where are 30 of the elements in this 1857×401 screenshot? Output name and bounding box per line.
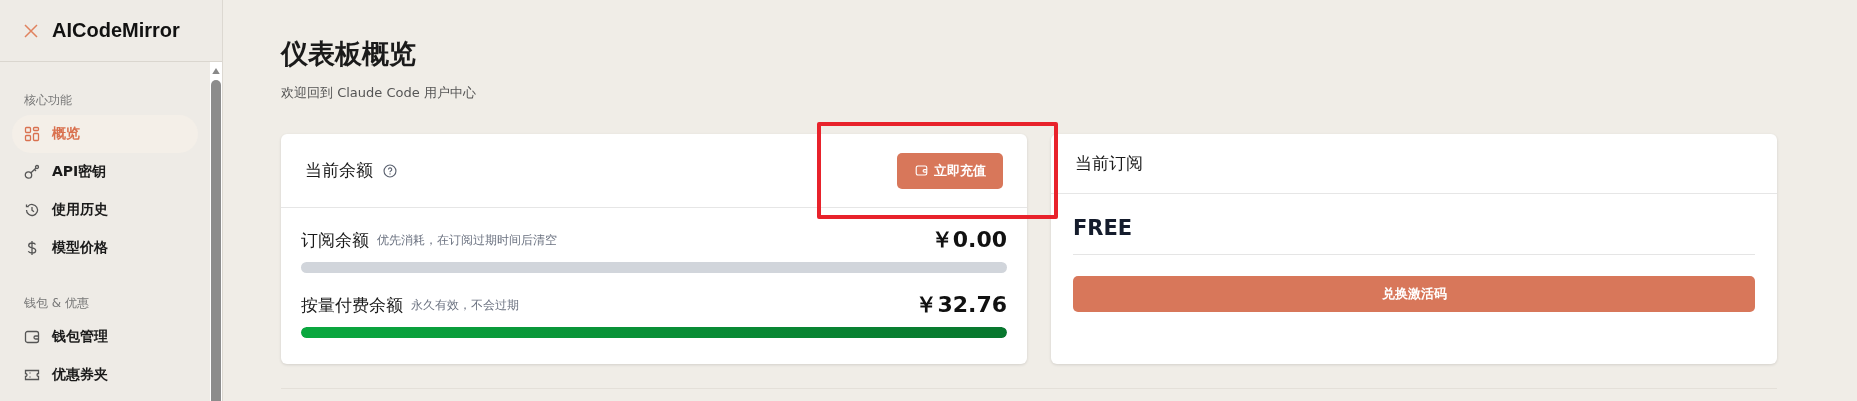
balance-amount: ￥0.00 (930, 226, 1007, 254)
nav-item[interactable]: API密钥 (12, 153, 198, 191)
close-icon[interactable] (24, 23, 38, 38)
balance-hint: 优先消耗，在订阅过期时间后清空 (377, 231, 557, 249)
grid-icon (24, 126, 40, 142)
history-icon (24, 202, 40, 218)
balance-label: 订阅余额 (301, 228, 369, 252)
help-icon[interactable] (383, 163, 397, 178)
ticket-icon (24, 367, 40, 383)
nav-item[interactable]: 模型价格 (12, 229, 198, 267)
section-title: 核心功能 (23, 92, 73, 109)
card-title: 当前订阅 (1075, 152, 1143, 175)
balance-hint: 永久有效，不会过期 (411, 296, 519, 314)
balance-label: 按量付费余额 (301, 293, 403, 317)
wallet-icon (914, 164, 928, 177)
plan-name: FREE (1073, 215, 1134, 242)
app-logo: AICodeMirror (52, 19, 180, 42)
nav-item[interactable]: 钱包管理 (12, 318, 198, 356)
balance-amount: ￥32.76 (915, 291, 1007, 319)
nav-item[interactable]: 优惠券夹 (12, 356, 198, 394)
scrollbar[interactable] (210, 62, 222, 401)
card-title: 当前余额 (305, 159, 373, 182)
nav-item[interactable]: 使用历史 (12, 191, 198, 229)
scrollbar-thumb[interactable] (211, 80, 221, 401)
section-title: 钱包 & 优惠 (23, 295, 90, 312)
page-title: 仪表板概览 (281, 37, 417, 71)
scroll-up-icon[interactable] (212, 68, 220, 74)
key-icon (24, 164, 40, 180)
wallet-icon (24, 329, 40, 345)
page-subtitle: 欢迎回到 Claude Code 用户中心 (281, 84, 477, 102)
